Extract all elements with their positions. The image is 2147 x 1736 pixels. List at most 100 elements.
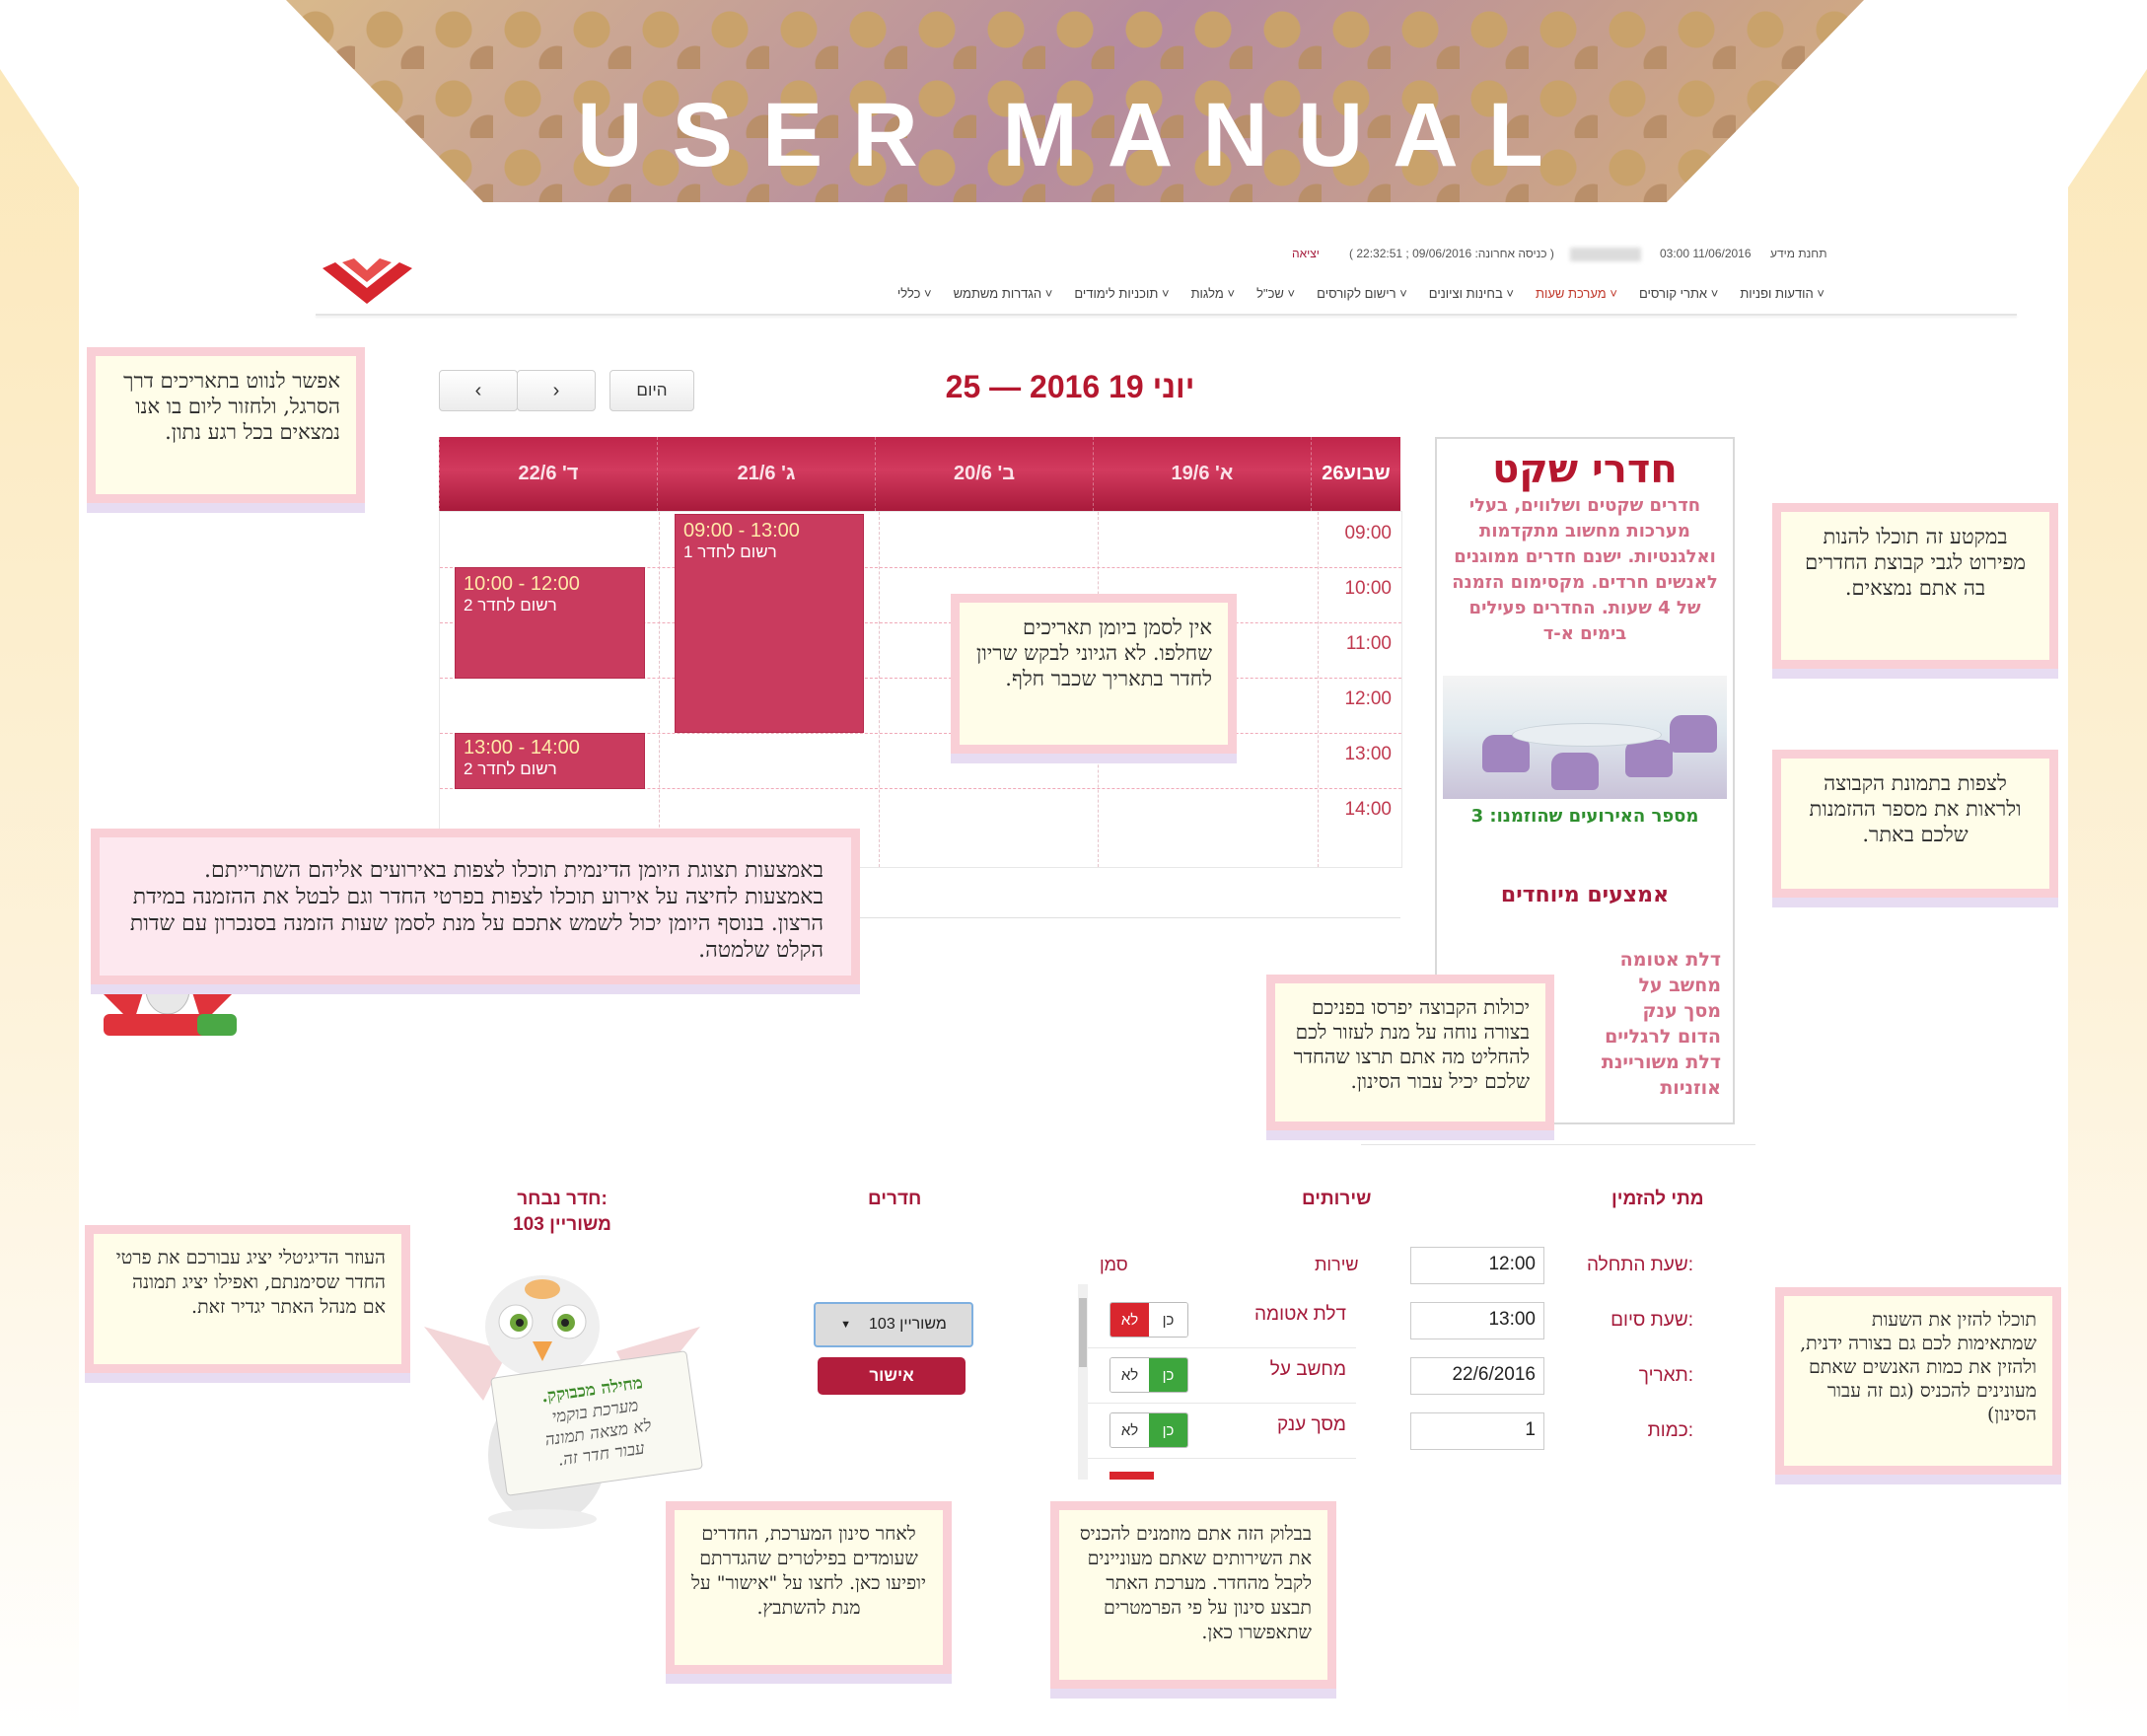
chosen-room: משוריין 103 [513,1214,611,1235]
note-past-dates: אין לסמן ביומן תאריכים שחלפו. לא הגיוני … [951,594,1237,754]
services-col-service: שירות [1315,1255,1359,1274]
services-heading: שירותים [1302,1189,1372,1209]
time-label: 12:00 [1344,688,1392,709]
menu-item-messages[interactable]: הודעות ופניות ˅ [1740,286,1825,301]
start-label: שעת התחלה: [1586,1255,1693,1275]
time-label: 10:00 [1344,578,1392,599]
calendar-event[interactable]: 09:00 - 13:00 רשום לחדר 1 [675,514,864,733]
day-header[interactable]: ג' 21/6 [657,437,875,511]
date-input[interactable]: 22/6/2016 [1410,1357,1544,1395]
yes-no-toggle[interactable]: לא כן [1109,1412,1188,1448]
grid-line [659,512,660,867]
left-decor [0,69,79,1736]
note-helper: העוזר הדיגיטלי יציג עבורכם את פרטי החדר … [85,1225,410,1373]
logout-link[interactable]: יציאה [1292,247,1320,260]
calendar-title: יוני 19 2016 — 25 [945,369,1195,404]
prev-week-button[interactable]: ‹ [439,370,518,411]
calendar-grid[interactable]: 09:00 10:00 11:00 12:00 13:00 14:00 [439,511,1402,868]
panel-description: חדרים שקטים ושלווים, בעלי מערכות מחשוב מ… [1452,495,1718,644]
note-filter: לאחר סינון המערכת, החדרים שעומדים בפילטר… [666,1501,952,1674]
today-button[interactable]: היום [609,370,694,411]
special-heading: אמצעים מיוחדים [1500,883,1670,907]
time-label: 13:00 [1344,744,1392,764]
menu-item-schedule[interactable]: מערכת שעות ˅ [1536,286,1617,301]
services-col-mark: סמן [1100,1255,1128,1274]
chair-shape [1551,753,1599,790]
info-center-link[interactable]: תחנת מידע [1770,247,1826,260]
partial-toggle [1109,1472,1154,1480]
time-label: 14:00 [1344,799,1392,820]
room-photo [1443,676,1727,799]
service-row: דלת אטומה לא כן [1078,1292,1356,1348]
yes-no-toggle[interactable]: לא כן [1109,1302,1188,1338]
week-label: שבוע26 [1311,437,1400,511]
chair-shape [1625,740,1673,777]
grid-line [879,512,880,867]
note-abilities: יכולות הקבוצה יפרסו בפניכם בצורה נוחה על… [1266,975,1554,1130]
note-services: בבלוק הזה אתם מוזמנים להכניס את השירותים… [1050,1501,1336,1689]
menu-item-exams[interactable]: בחינות וציונים ˅ [1429,286,1514,301]
start-time-input[interactable]: 12:00 [1410,1247,1544,1284]
list-item: הדום לרגליים [1605,1026,1721,1048]
date-label: תאריך: [1638,1365,1693,1386]
list-item: דלת משוריינת [1601,1051,1721,1073]
note-hours: תוכלו להזין את השעות שמתאימות לכם גם בצו… [1775,1287,2061,1475]
end-time-input[interactable]: 13:00 [1410,1302,1544,1339]
menu-item-course-sites[interactable]: אתרי קורסים ˅ [1639,286,1718,301]
menu-item-tuition[interactable]: שכ"ל ˅ [1256,286,1295,301]
note-dynamic-calendar: באמצעות תצוגת היומן הדינמית תוכלו לצפות … [91,829,860,984]
divider [1361,1144,1755,1145]
time-label: 09:00 [1344,523,1392,543]
quantity-label: כמות: [1647,1420,1693,1441]
note-group-image: לצפות בתמונת הקבוצה ולראות את מספר ההזמנ… [1772,750,2058,898]
room-select[interactable]: ▼ משוריין 103 [814,1302,973,1347]
yes-no-toggle[interactable]: לא כן [1109,1357,1188,1393]
day-header[interactable]: א' 19/6 [1093,437,1311,511]
day-header[interactable]: ד' 22/6 [439,437,657,511]
services-scrollbar[interactable] [1078,1284,1088,1480]
table-shape [1512,723,1662,747]
service-row: מסך ענק לא כן [1078,1403,1356,1459]
when-heading: מתי להזמין [1611,1189,1704,1209]
end-label: שעת סיום: [1610,1310,1693,1331]
note-section: במקטע זה תוכלו להנות מפירוט לגבי קבוצת ה… [1772,503,2058,669]
main-menu: הודעות ופניות ˅ אתרי קורסים ˅ מערכת שעות… [848,286,1825,301]
services-list[interactable]: דלת אטומה לא כן מחשב על לא כן מסך ענק לא כן [1078,1284,1356,1480]
quantity-input[interactable]: 1 [1410,1412,1544,1450]
note-navigation: אפשר לנווט בתאריכים דרך הסרגל, ולחזור לי… [87,347,365,503]
menu-item-registration[interactable]: רישום לקורסים ˅ [1317,286,1407,301]
banner-title: USER MANUAL [577,85,1573,185]
calendar-event[interactable]: 10:00 - 12:00 רשום לחדר 2 [455,567,645,679]
chosen-heading: חדר נבחר: [517,1189,608,1209]
time-label: 11:00 [1345,633,1392,654]
last-login: ( כניסה אחרונה: 09/06/2016 ; 22:32:51 ) [1349,247,1554,260]
menu-item-programs[interactable]: תוכניות לימודים ˅ [1074,286,1169,301]
chevron-down-icon: ▼ [840,1319,852,1331]
right-decor [2068,69,2147,1736]
username-blurred [1570,248,1641,261]
scrollbar-thumb[interactable] [1079,1298,1087,1367]
service-row: מחשב על לא כן [1078,1347,1356,1404]
rooms-heading: חדרים [868,1189,922,1209]
list-item: מסך ענק [1642,1000,1721,1022]
menu-item-user-settings[interactable]: הגדרות משתמש ˅ [954,286,1053,301]
calendar-event[interactable]: 13:00 - 14:00 רשום לחדר 2 [455,733,645,789]
chair-shape [1670,715,1717,753]
header-datetime: 03:00 11/06/2016 [1660,247,1752,260]
grid-line [1318,512,1319,867]
list-item: מחשב על [1638,975,1721,996]
menu-item-scholarships[interactable]: מלגות ˅ [1191,286,1236,301]
calendar-header: שבוע26 א' 19/6 ב' 20/6 ג' 21/6 ד' 22/6 [439,437,1400,511]
menu-item-general[interactable]: כללי ˅ [897,286,932,301]
list-item: אוזניות [1660,1077,1721,1099]
special-list: דלת אטומה מחשב על מסך ענק הדום לרגליים ד… [1602,947,1721,1101]
chevron-left-icon: ‹ [474,379,482,401]
confirm-button[interactable]: אישור [818,1357,966,1395]
logo-icon [322,258,412,304]
next-week-button[interactable]: › [517,370,596,411]
events-count: מספר האירועים שהוזמנו: 3 [1470,806,1699,827]
day-header[interactable]: ב' 20/6 [875,437,1093,511]
chevron-right-icon: › [552,379,560,401]
panel-title: חדרי שקט [1492,447,1678,492]
nav-divider [316,314,2017,316]
